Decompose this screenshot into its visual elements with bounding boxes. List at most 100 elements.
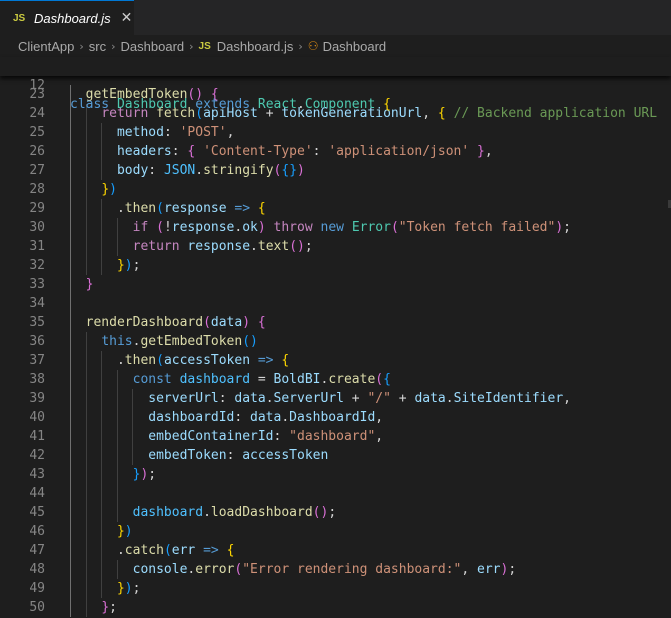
line-number: 49 [29,581,45,596]
line-number: 28 [29,182,45,197]
code-line[interactable]: 38 const dashboard = BoldBI.create({ [0,370,671,389]
code-token: throw [273,220,313,235]
component-symbol-icon: ⚇ [307,39,319,53]
code-token: . [70,353,125,368]
line-number: 44 [29,486,45,501]
tab-title: Dashboard.js [34,10,111,26]
tab-bar: JS Dashboard.js ✕ [0,0,671,35]
code-token: renderDashboard [85,315,204,330]
code-line[interactable]: 48 console.error("Error rendering dashbo… [0,560,671,579]
code-token: ; [148,467,157,482]
code-token: . [297,97,305,112]
code-line[interactable]: 25 method: 'POST', [0,123,671,142]
code-line[interactable]: 42 embedToken: accessToken [0,446,671,465]
code-token: response [171,220,235,235]
code-line[interactable]: 28 }) [0,180,671,199]
code-line[interactable]: 44 [0,484,671,503]
code-line[interactable]: 32 }); [0,256,671,275]
code-line[interactable]: 50 }; [0,598,671,617]
breadcrumb-item-dashboard-folder[interactable]: Dashboard [121,39,185,54]
line-number: 32 [29,258,45,273]
code-token: Dashboard [116,97,188,112]
line-number: 47 [29,543,45,558]
code-line[interactable]: 39 serverUrl: data.ServerUrl + "/" + dat… [0,389,671,408]
line-text: dashboardId: data.DashboardId, [70,408,383,427]
code-line[interactable]: 43 }); [0,465,671,484]
code-line[interactable]: 36 this.getEmbedToken() [0,332,671,351]
code-token: ( [375,372,384,387]
code-line[interactable]: 45 dashboard.loadDashboard(); [0,503,671,522]
code-token: dashboard [179,372,251,387]
code-line[interactable]: 12 class Dashboard extends React.Compone… [0,57,671,112]
line-number: 12 [29,78,45,93]
code-line[interactable]: 34 [0,294,671,313]
line-number: 48 [29,562,45,577]
line-number: 29 [29,201,45,216]
line-text: class Dashboard extends React.Component … [70,95,391,114]
code-token: BoldBI [273,372,321,387]
javascript-file-icon: JS [13,12,26,24]
code-token: ; [328,505,337,520]
code-token: headers [116,144,172,159]
code-line[interactable]: 40 dashboardId: data.DashboardId, [0,408,671,427]
code-line[interactable]: 26 headers: { 'Content-Type': 'applicati… [0,142,671,161]
line-text: .then(accessToken => { [70,351,289,370]
chevron-right-icon: › [111,39,116,53]
code-line[interactable]: 46 }) [0,522,671,541]
code-token: ; [132,581,141,596]
code-token: : [148,163,164,178]
code-line[interactable]: 27 body: JSON.stringify({}) [0,161,671,180]
breadcrumb-item-dashboard-js[interactable]: Dashboard.js [217,39,294,54]
indent-guide [70,484,71,503]
sticky-scroll-header[interactable]: 12 class Dashboard extends React.Compone… [0,57,671,112]
code-line[interactable]: 49 }); [0,579,671,598]
code-token: ; [304,239,313,254]
code-token: ( [390,220,399,235]
code-line[interactable]: 33 } [0,275,671,294]
tab-dashboard-js[interactable]: JS Dashboard.js ✕ [0,0,134,35]
code-line[interactable]: 30 if (!response.ok) throw new Error("To… [0,218,671,237]
code-token: { [257,201,266,216]
code-token: ) [124,581,133,596]
code-token: } [477,144,485,159]
code-token: . [265,391,274,406]
code-token: if [132,220,149,235]
code-line[interactable]: 41 embedContainerId: "dashboard", [0,427,671,446]
code-token: : [312,144,329,159]
line-number: 37 [29,353,45,368]
code-token: } [85,277,94,292]
code-line[interactable]: 31 return response.text(); [0,237,671,256]
code-editor[interactable]: 23 getEmbedToken() {24 return fetch(apiH… [0,85,671,617]
code-line[interactable]: 35 renderDashboard(data) { [0,313,671,332]
line-number: 26 [29,144,45,159]
close-icon[interactable]: ✕ [121,11,133,25]
code-token: Component [304,97,376,112]
breadcrumb-item-clientapp[interactable]: ClientApp [18,39,74,54]
breadcrumb-item-dashboard-class[interactable]: Dashboard [323,39,387,54]
code-token: ( [163,543,172,558]
code-token: { [437,106,446,121]
code-token: React [257,97,298,112]
code-token: ) [109,182,117,197]
line-number: 27 [29,163,45,178]
breadcrumb-item-src[interactable]: src [89,39,106,54]
code-token: { [281,163,290,178]
code-token: : [234,410,251,425]
line-text: embedContainerId: "dashboard", [70,427,383,446]
code-line[interactable]: 37 .then(accessToken => { [0,351,671,370]
code-line[interactable]: 47 .catch(err => { [0,541,671,560]
code-line[interactable]: 29 .then(response => { [0,199,671,218]
code-token: ; [132,258,141,273]
